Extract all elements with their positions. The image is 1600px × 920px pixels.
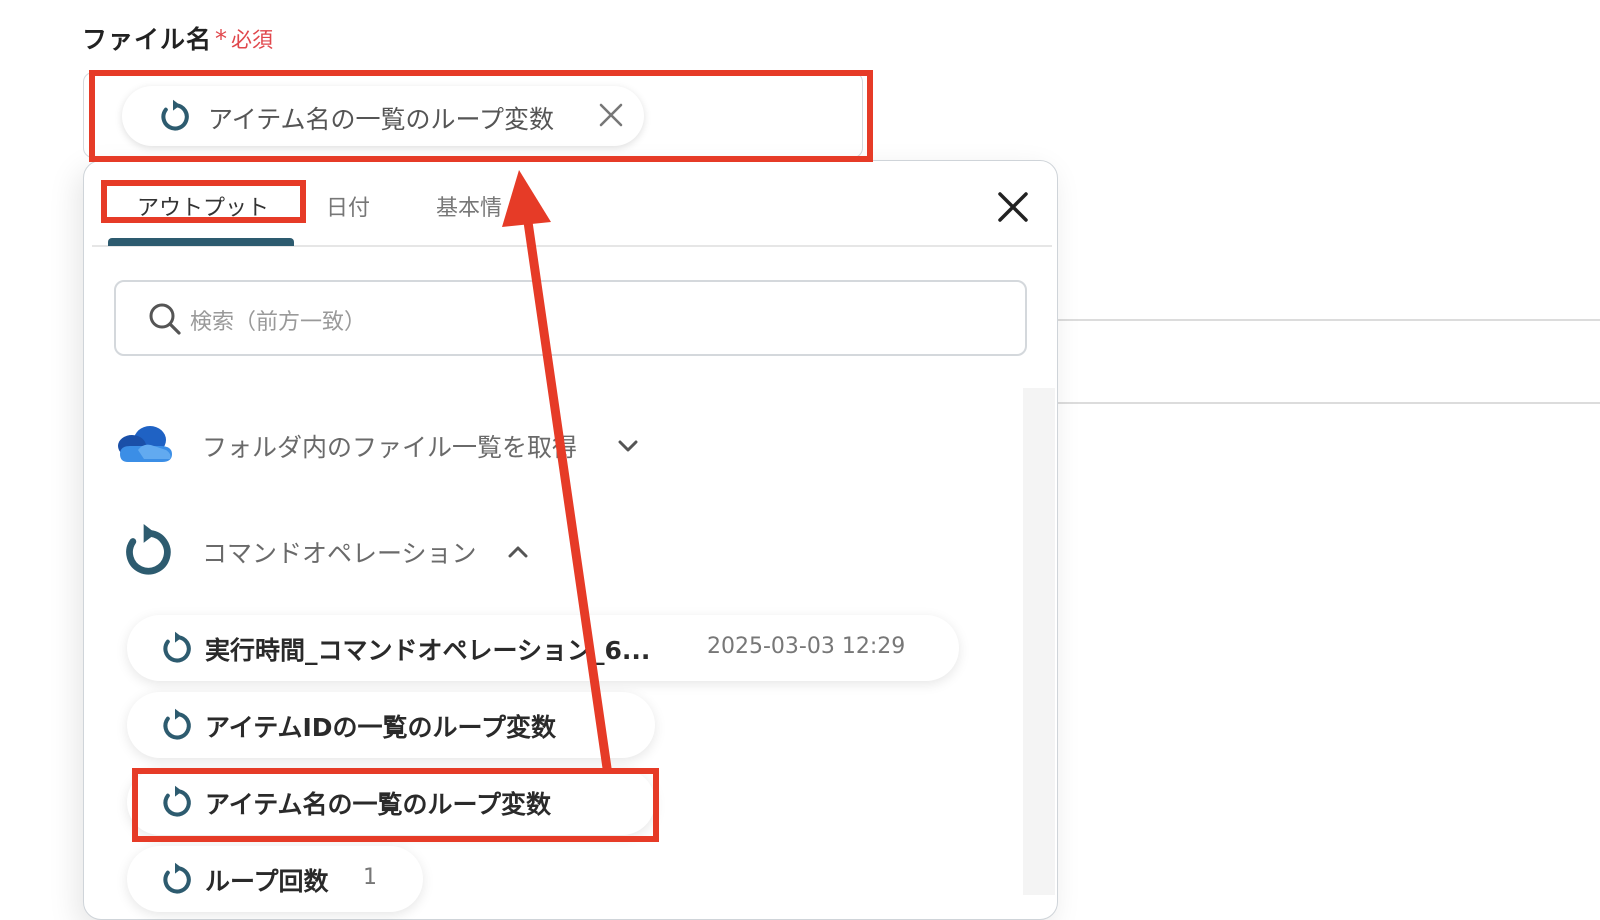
loop-icon [126,524,171,575]
search-icon [149,303,181,335]
item-label: 実行時間_コマンドオペレーション_6... [205,636,651,665]
tab-date[interactable]: 日付 [326,190,370,222]
item-value: 1 [363,865,377,890]
close-icon[interactable] [994,188,1032,226]
chevron-down-icon[interactable] [615,433,641,459]
item-label: ループ回数 [205,867,329,896]
annotation-highlight-item [132,768,659,842]
search-placeholder: 検索（前方一致） [190,310,367,335]
list-item[interactable]: ループ回数 1 [127,846,423,912]
annotation-highlight-field [89,70,873,162]
loop-icon [163,862,191,894]
section-label-command-operation[interactable]: コマンドオペレーション [202,534,477,570]
active-tab-indicator [108,238,294,246]
page-divider [1058,319,1600,321]
scrollbar[interactable] [1023,388,1055,895]
required-indicator: * 必須 [215,25,273,53]
loop-icon [163,708,191,740]
item-value: 2025-03-03 12:29 [707,634,906,659]
chevron-up-icon[interactable] [505,539,531,565]
section-label-file-list[interactable]: フォルダ内のファイル一覧を取得 [202,428,577,464]
loop-icon [163,631,191,663]
onedrive-cloud-icon [118,426,172,462]
list-item[interactable]: 実行時間_コマンドオペレーション_6... 2025-03-03 12:29 [127,615,959,681]
page-divider [1058,402,1600,404]
field-label: ファイル名 [82,25,213,54]
list-item[interactable]: アイテムIDの一覧のループ変数 [127,692,655,758]
item-label: アイテムIDの一覧のループ変数 [205,713,557,742]
annotation-highlight-tab [101,180,306,223]
tab-basic-info[interactable]: 基本情 [436,190,502,222]
search-input[interactable]: 検索（前方一致） [114,280,1027,356]
